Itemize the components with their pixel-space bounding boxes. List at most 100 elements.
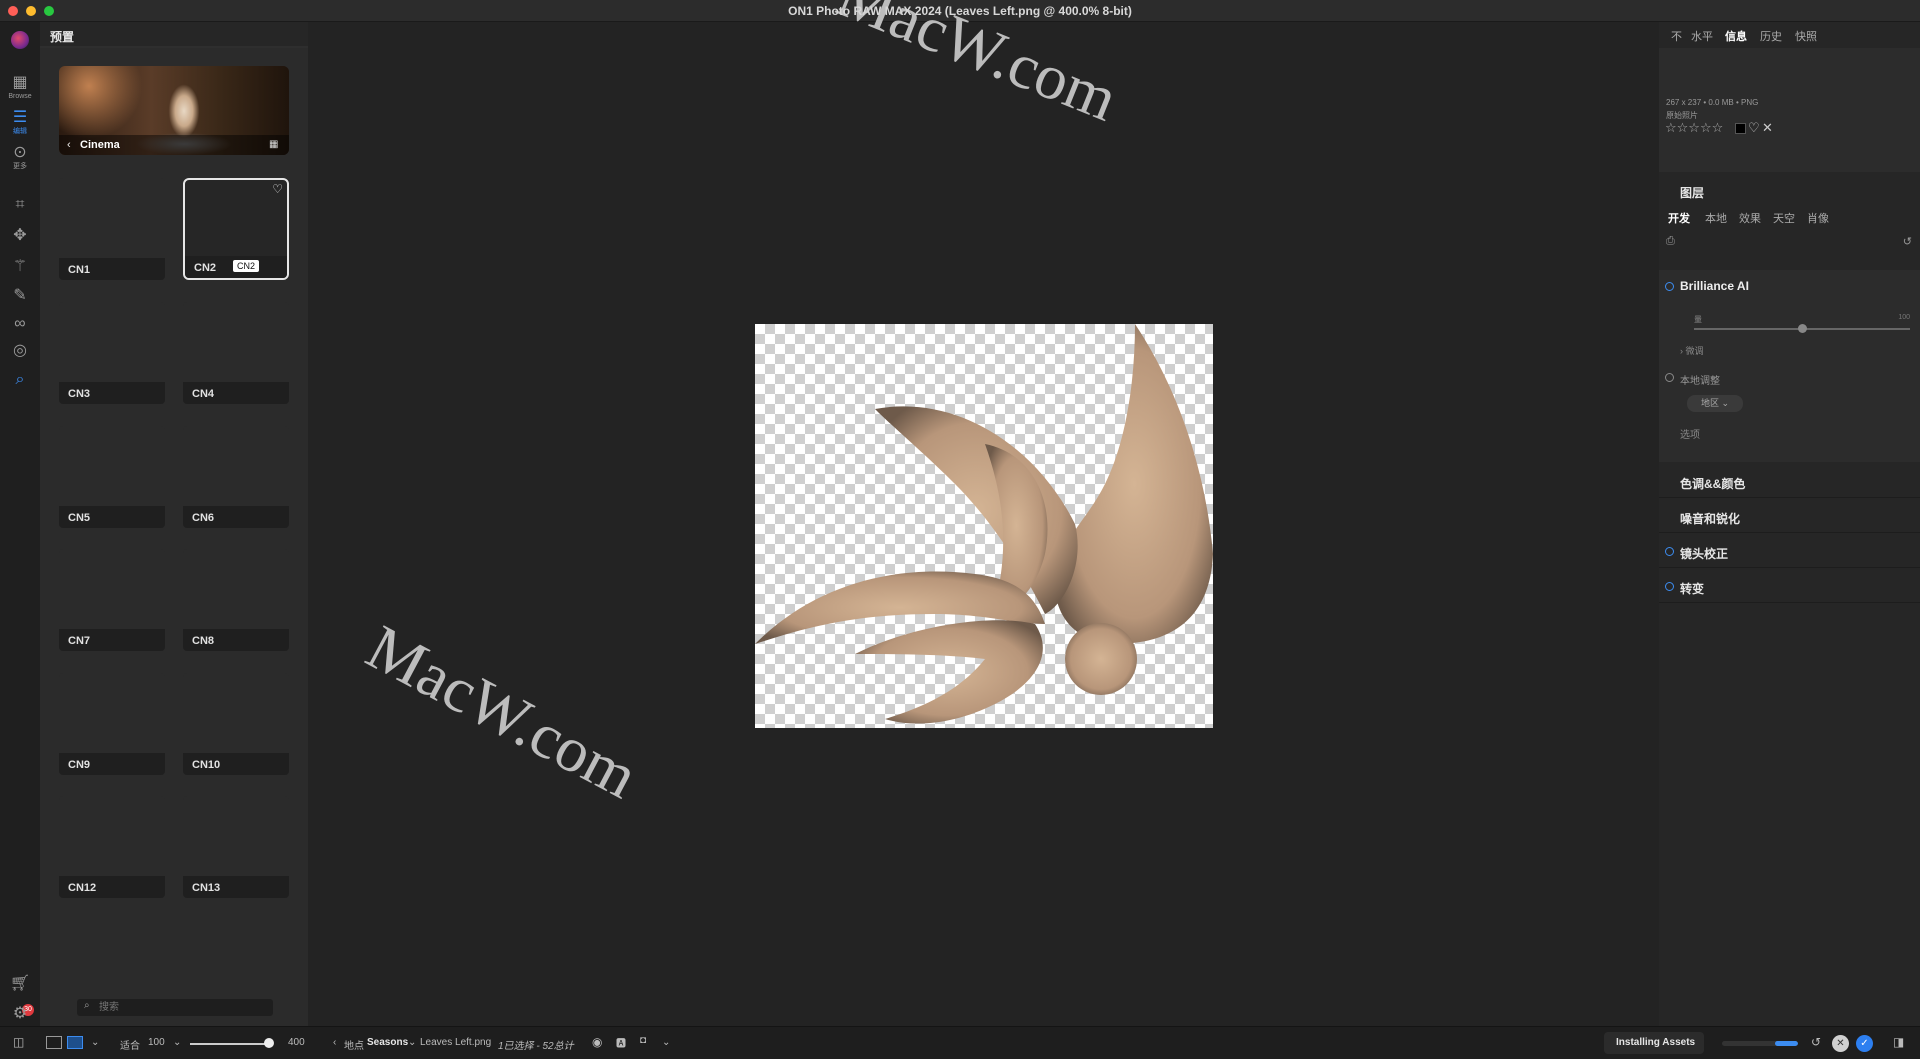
preset-thumb-cn8[interactable]: CN8 — [183, 549, 289, 651]
cart-button[interactable]: 🛒︎ — [4, 975, 36, 993]
brilliance-title[interactable]: Brilliance AI — [1680, 279, 1749, 293]
preset-thumb-cn7[interactable]: CN7 — [59, 549, 165, 651]
chevron-left-icon[interactable]: ‹ — [333, 1037, 336, 1048]
tab-level[interactable]: 水平 — [1691, 28, 1713, 44]
section-tone-color[interactable]: 色调&&颜色 — [1659, 464, 1920, 498]
camera-icon[interactable]: ◘ — [640, 1035, 646, 1046]
brush-tool[interactable]: ✎ — [4, 287, 36, 305]
chevron-down-icon[interactable]: ⌄ — [91, 1037, 99, 1048]
category-card[interactable]: ‹ Cinema ▦ — [59, 66, 289, 155]
region-dropdown[interactable]: 地区 ⌄ — [1687, 395, 1743, 412]
tab-info[interactable]: 信息 — [1725, 28, 1747, 44]
app-logo-icon[interactable] — [11, 31, 29, 49]
preset-thumb-cn6[interactable]: CN6 — [183, 426, 289, 528]
tab-effects[interactable]: 效果 — [1739, 210, 1761, 226]
reject-icon[interactable]: ✕ — [1762, 120, 1773, 136]
retouch-tool[interactable]: ⚚ — [4, 258, 36, 276]
tab-local[interactable]: 本地 — [1705, 210, 1727, 226]
preset-label: CN6 — [192, 512, 215, 524]
panel-toggle-icon[interactable]: ◫ — [13, 1035, 24, 1049]
chevron-left-icon[interactable]: ‹ — [67, 139, 71, 151]
preset-thumb-cn5[interactable]: CN5 — [59, 426, 165, 528]
mask-tool[interactable]: ◎ — [4, 342, 36, 360]
more-module-button[interactable]: ⊙ 更多 — [4, 144, 36, 171]
edit-module-button[interactable]: ☰ 编辑 — [4, 109, 36, 136]
text-overlay-icon[interactable]: 🅰︎ — [616, 1035, 626, 1050]
preset-thumb-cn12[interactable]: CN12 — [59, 796, 165, 898]
section-noise-sharpen[interactable]: 噪音和锐化 — [1659, 499, 1920, 533]
amount-slider-thumb[interactable] — [1798, 324, 1807, 333]
local-adjust-icon[interactable] — [1665, 373, 1674, 382]
tab-snapshots[interactable]: 快照 — [1795, 28, 1817, 44]
amount-max: 100 — [1898, 314, 1910, 321]
heart-icon[interactable]: ♡ — [1748, 120, 1760, 136]
tab-portrait[interactable]: 肖像 — [1807, 210, 1829, 226]
single-view-button[interactable] — [67, 1036, 83, 1049]
leaf-artwork — [755, 324, 1213, 724]
browse-label: Browse — [8, 93, 32, 100]
preset-caption: CN9 — [59, 753, 165, 775]
section-toggle-icon[interactable] — [1665, 547, 1674, 556]
zoom-tool[interactable]: ⌕ — [4, 371, 36, 389]
crop-tool[interactable]: ⌗ — [4, 196, 36, 214]
section-title: 噪音和锐化 — [1680, 512, 1741, 526]
section-title: 转变 — [1680, 582, 1705, 596]
section-transform[interactable]: 转变 — [1659, 569, 1920, 603]
eye-icon[interactable]: ◉ — [592, 1035, 602, 1049]
fit-button[interactable]: 适合 — [120, 1037, 140, 1052]
install-label: Installing Assets — [1616, 1037, 1696, 1048]
gear-icon: ⚙ — [12, 1005, 28, 1022]
grid-view-button[interactable] — [46, 1036, 62, 1049]
chevron-down-icon[interactable]: ⌄ — [408, 1037, 416, 1048]
image-canvas[interactable] — [308, 22, 1659, 1026]
apply-button[interactable]: ✓ — [1856, 1035, 1873, 1052]
settings-button[interactable]: ⚙ — [4, 1005, 36, 1023]
chevron-down-icon[interactable]: ⌄ — [173, 1037, 181, 1048]
star-rating[interactable]: ☆☆☆☆☆ — [1665, 120, 1723, 136]
tab-none[interactable]: 不 — [1671, 28, 1682, 44]
cancel-button[interactable]: ✕ — [1832, 1035, 1849, 1052]
region-label: 地区 — [1700, 398, 1719, 408]
preset-thumb-cn3[interactable]: CN3 — [59, 302, 165, 404]
tab-develop[interactable]: 开发 — [1668, 210, 1690, 226]
location-prefix: 地点 — [344, 1041, 364, 1052]
save-preset-icon[interactable]: ⎙ — [1666, 235, 1675, 248]
preset-thumb-cn10[interactable]: CN10 — [183, 673, 289, 775]
tab-history[interactable]: 历史 — [1760, 28, 1782, 44]
image-preview[interactable] — [755, 324, 1213, 728]
section-toggle-icon[interactable] — [1665, 282, 1674, 291]
undo-icon[interactable]: ↺ — [1811, 1035, 1821, 1049]
panel-toggle-right-icon[interactable]: ◨ — [1893, 1035, 1904, 1049]
heart-icon[interactable]: ♡ — [272, 182, 283, 196]
section-toggle-icon[interactable] — [1665, 582, 1674, 591]
browse-module-button[interactable]: ▦ Browse — [4, 74, 36, 101]
zoom-slider-track[interactable] — [190, 1043, 270, 1045]
preset-thumb-cn1[interactable]: CN1 — [59, 178, 165, 280]
section-lens-correction[interactable]: 镜头校正 — [1659, 534, 1920, 568]
chevron-down-icon[interactable]: ⌄ — [662, 1037, 670, 1048]
tab-sky[interactable]: 天空 — [1773, 210, 1795, 226]
preset-search[interactable]: ⌕ — [77, 999, 273, 1016]
options-label[interactable]: 选项 — [1680, 426, 1700, 441]
search-icon: ⌕ — [84, 1000, 90, 1011]
transform-tool[interactable]: ✥ — [4, 227, 36, 245]
grid-view-icon[interactable]: ▦ — [269, 140, 279, 150]
preset-search-input[interactable] — [99, 999, 269, 1016]
color-label[interactable] — [1735, 123, 1746, 134]
zoom-slider-thumb[interactable] — [264, 1038, 274, 1048]
zoom-value[interactable]: 100 — [148, 1037, 165, 1048]
clone-icon: ∞ — [14, 315, 26, 332]
preset-thumb-cn2[interactable]: ♡ CN2 CN2 — [183, 178, 289, 280]
clone-tool[interactable]: ∞ — [4, 315, 36, 333]
preset-caption: CN1 — [59, 258, 165, 280]
reset-icon[interactable]: ↺ — [1903, 235, 1912, 248]
preset-label: CN8 — [192, 635, 215, 647]
layers-title[interactable]: 图层 — [1680, 184, 1704, 201]
preset-label: CN7 — [68, 635, 91, 647]
preset-thumb-cn9[interactable]: CN9 — [59, 673, 165, 775]
installing-assets-button[interactable]: Installing Assets ⌄ — [1604, 1032, 1704, 1054]
preset-thumb-cn13[interactable]: CN13 — [183, 796, 289, 898]
location-folder[interactable]: Seasons — [367, 1037, 408, 1048]
fine-tune-toggle[interactable]: › 微调 — [1680, 344, 1704, 357]
preset-thumb-cn4[interactable]: CN4 — [183, 302, 289, 404]
